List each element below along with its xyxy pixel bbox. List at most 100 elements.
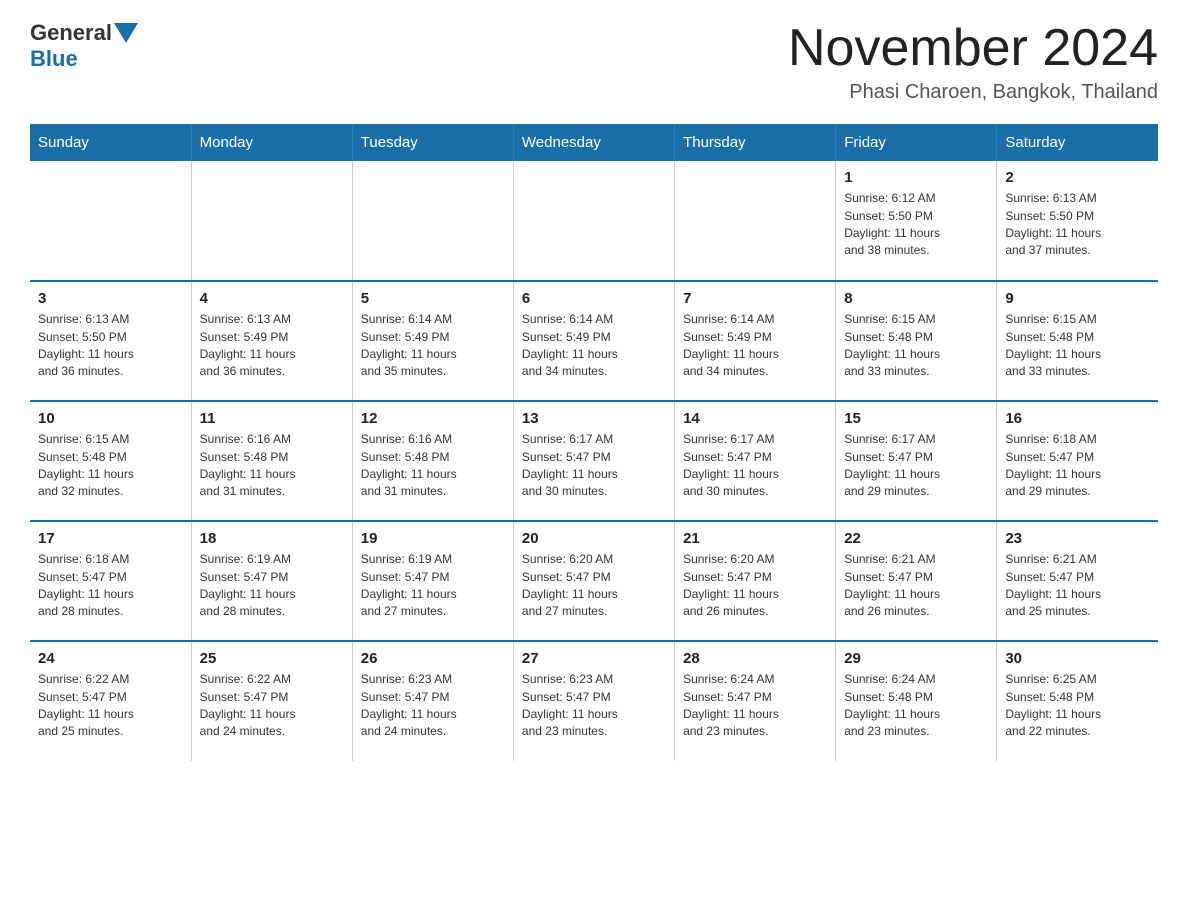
- calendar-cell: [352, 161, 513, 281]
- day-number: 17: [38, 530, 183, 547]
- day-number: 11: [200, 410, 344, 427]
- weekday-header-row: SundayMondayTuesdayWednesdayThursdayFrid…: [30, 124, 1158, 161]
- day-number: 2: [1005, 169, 1150, 186]
- day-info: Sunrise: 6:14 AM Sunset: 5:49 PM Dayligh…: [522, 311, 666, 381]
- calendar-cell: 11 Sunrise: 6:16 AM Sunset: 5:48 PM Dayli…: [191, 401, 352, 521]
- calendar-cell: 2 Sunrise: 6:13 AM Sunset: 5:50 PM Daylig…: [997, 161, 1158, 281]
- day-info: Sunrise: 6:15 AM Sunset: 5:48 PM Dayligh…: [844, 311, 988, 381]
- logo: General Blue: [30, 20, 140, 72]
- day-number: 27: [522, 650, 666, 667]
- calendar-cell: 12Sunrise: 6:16 AM Sunset: 5:48 PM Dayli…: [352, 401, 513, 521]
- day-number: 13: [522, 410, 666, 427]
- day-info: Sunrise: 6:19 AM Sunset: 5:47 PM Dayligh…: [361, 551, 505, 621]
- calendar-cell: 21 Sunrise: 6:20 AM Sunset: 5:47 PM Dayli…: [675, 521, 836, 641]
- day-number: 20: [522, 530, 666, 547]
- day-number: 18: [200, 530, 344, 547]
- day-info: Sunrise: 6:16 AM Sunset: 5:48 PM Dayligh…: [200, 431, 344, 501]
- day-info: Sunrise: 6:23 AM Sunset: 5:47 PM Dayligh…: [361, 671, 505, 741]
- day-info: Sunrise: 6:14 AM Sunset: 5:49 PM Dayligh…: [683, 311, 827, 381]
- weekday-header-thursday: Thursday: [675, 124, 836, 161]
- calendar-cell: 15 Sunrise: 6:17 AM Sunset: 5:47 PM Dayli…: [836, 401, 997, 521]
- day-info: Sunrise: 6:18 AM Sunset: 5:47 PM Dayligh…: [38, 551, 183, 621]
- day-number: 23: [1005, 530, 1150, 547]
- calendar-cell: [191, 161, 352, 281]
- weekday-header-saturday: Saturday: [997, 124, 1158, 161]
- day-info: Sunrise: 6:15 AM Sunset: 5:48 PM Dayligh…: [38, 431, 183, 501]
- calendar-cell: [675, 161, 836, 281]
- day-number: 26: [361, 650, 505, 667]
- location: Phasi Charoen, Bangkok, Thailand: [788, 81, 1158, 104]
- day-number: 5: [361, 290, 505, 307]
- day-number: 6: [522, 290, 666, 307]
- calendar-table: SundayMondayTuesdayWednesdayThursdayFrid…: [30, 124, 1158, 761]
- calendar-cell: 14 Sunrise: 6:17 AM Sunset: 5:47 PM Dayli…: [675, 401, 836, 521]
- calendar-week-row: 24 Sunrise: 6:22 AM Sunset: 5:47 PM Dayli…: [30, 641, 1158, 761]
- day-number: 16: [1005, 410, 1150, 427]
- calendar-cell: 6 Sunrise: 6:14 AM Sunset: 5:49 PM Daylig…: [513, 281, 674, 401]
- calendar-cell: 3Sunrise: 6:13 AM Sunset: 5:50 PM Daylig…: [30, 281, 191, 401]
- day-info: Sunrise: 6:13 AM Sunset: 5:50 PM Dayligh…: [1005, 190, 1150, 260]
- calendar-week-row: 3Sunrise: 6:13 AM Sunset: 5:50 PM Daylig…: [30, 281, 1158, 401]
- day-number: 25: [200, 650, 344, 667]
- day-number: 9: [1005, 290, 1150, 307]
- calendar-week-row: 17 Sunrise: 6:18 AM Sunset: 5:47 PM Dayli…: [30, 521, 1158, 641]
- day-info: Sunrise: 6:24 AM Sunset: 5:48 PM Dayligh…: [844, 671, 988, 741]
- day-info: Sunrise: 6:17 AM Sunset: 5:47 PM Dayligh…: [522, 431, 666, 501]
- day-number: 22: [844, 530, 988, 547]
- day-info: Sunrise: 6:14 AM Sunset: 5:49 PM Dayligh…: [361, 311, 505, 381]
- day-info: Sunrise: 6:13 AM Sunset: 5:49 PM Dayligh…: [200, 311, 344, 381]
- day-info: Sunrise: 6:17 AM Sunset: 5:47 PM Dayligh…: [844, 431, 988, 501]
- calendar-cell: 20 Sunrise: 6:20 AM Sunset: 5:47 PM Dayli…: [513, 521, 674, 641]
- calendar-cell: 30 Sunrise: 6:25 AM Sunset: 5:48 PM Dayli…: [997, 641, 1158, 761]
- day-number: 21: [683, 530, 827, 547]
- day-info: Sunrise: 6:25 AM Sunset: 5:48 PM Dayligh…: [1005, 671, 1150, 741]
- calendar-cell: 22 Sunrise: 6:21 AM Sunset: 5:47 PM Dayli…: [836, 521, 997, 641]
- calendar-cell: 9Sunrise: 6:15 AM Sunset: 5:48 PM Daylig…: [997, 281, 1158, 401]
- day-number: 8: [844, 290, 988, 307]
- page-header: General Blue November 2024 Phasi Charoen…: [30, 20, 1158, 104]
- calendar-cell: 1Sunrise: 6:12 AM Sunset: 5:50 PM Daylig…: [836, 161, 997, 281]
- day-info: Sunrise: 6:21 AM Sunset: 5:47 PM Dayligh…: [1005, 551, 1150, 621]
- day-number: 29: [844, 650, 988, 667]
- day-info: Sunrise: 6:21 AM Sunset: 5:47 PM Dayligh…: [844, 551, 988, 621]
- calendar-cell: 19 Sunrise: 6:19 AM Sunset: 5:47 PM Dayli…: [352, 521, 513, 641]
- day-info: Sunrise: 6:17 AM Sunset: 5:47 PM Dayligh…: [683, 431, 827, 501]
- weekday-header-wednesday: Wednesday: [513, 124, 674, 161]
- calendar-cell: 10 Sunrise: 6:15 AM Sunset: 5:48 PM Dayli…: [30, 401, 191, 521]
- calendar-cell: [513, 161, 674, 281]
- calendar-cell: 26 Sunrise: 6:23 AM Sunset: 5:47 PM Dayli…: [352, 641, 513, 761]
- day-number: 10: [38, 410, 183, 427]
- day-info: Sunrise: 6:19 AM Sunset: 5:47 PM Dayligh…: [200, 551, 344, 621]
- calendar-cell: 28 Sunrise: 6:24 AM Sunset: 5:47 PM Dayli…: [675, 641, 836, 761]
- day-number: 15: [844, 410, 988, 427]
- calendar-cell: 4 Sunrise: 6:13 AM Sunset: 5:49 PM Daylig…: [191, 281, 352, 401]
- day-number: 1: [844, 169, 988, 186]
- calendar-cell: 8 Sunrise: 6:15 AM Sunset: 5:48 PM Daylig…: [836, 281, 997, 401]
- calendar-cell: 18 Sunrise: 6:19 AM Sunset: 5:47 PM Dayli…: [191, 521, 352, 641]
- day-info: Sunrise: 6:22 AM Sunset: 5:47 PM Dayligh…: [38, 671, 183, 741]
- day-info: Sunrise: 6:20 AM Sunset: 5:47 PM Dayligh…: [522, 551, 666, 621]
- title-section: November 2024 Phasi Charoen, Bangkok, Th…: [788, 20, 1158, 104]
- logo-triangle-icon: [114, 23, 138, 43]
- day-info: Sunrise: 6:24 AM Sunset: 5:47 PM Dayligh…: [683, 671, 827, 741]
- month-title: November 2024: [788, 20, 1158, 77]
- calendar-cell: 24 Sunrise: 6:22 AM Sunset: 5:47 PM Dayli…: [30, 641, 191, 761]
- day-number: 24: [38, 650, 183, 667]
- day-number: 19: [361, 530, 505, 547]
- day-info: Sunrise: 6:16 AM Sunset: 5:48 PM Dayligh…: [361, 431, 505, 501]
- day-number: 28: [683, 650, 827, 667]
- day-number: 14: [683, 410, 827, 427]
- calendar-cell: 25Sunrise: 6:22 AM Sunset: 5:47 PM Dayli…: [191, 641, 352, 761]
- calendar-cell: 7Sunrise: 6:14 AM Sunset: 5:49 PM Daylig…: [675, 281, 836, 401]
- calendar-cell: 23 Sunrise: 6:21 AM Sunset: 5:47 PM Dayli…: [997, 521, 1158, 641]
- logo-blue-text: Blue: [30, 46, 78, 72]
- day-number: 30: [1005, 650, 1150, 667]
- day-info: Sunrise: 6:13 AM Sunset: 5:50 PM Dayligh…: [38, 311, 183, 381]
- calendar-week-row: 10 Sunrise: 6:15 AM Sunset: 5:48 PM Dayli…: [30, 401, 1158, 521]
- day-number: 4: [200, 290, 344, 307]
- calendar-cell: [30, 161, 191, 281]
- weekday-header-monday: Monday: [191, 124, 352, 161]
- calendar-cell: 5 Sunrise: 6:14 AM Sunset: 5:49 PM Daylig…: [352, 281, 513, 401]
- weekday-header-tuesday: Tuesday: [352, 124, 513, 161]
- day-info: Sunrise: 6:20 AM Sunset: 5:47 PM Dayligh…: [683, 551, 827, 621]
